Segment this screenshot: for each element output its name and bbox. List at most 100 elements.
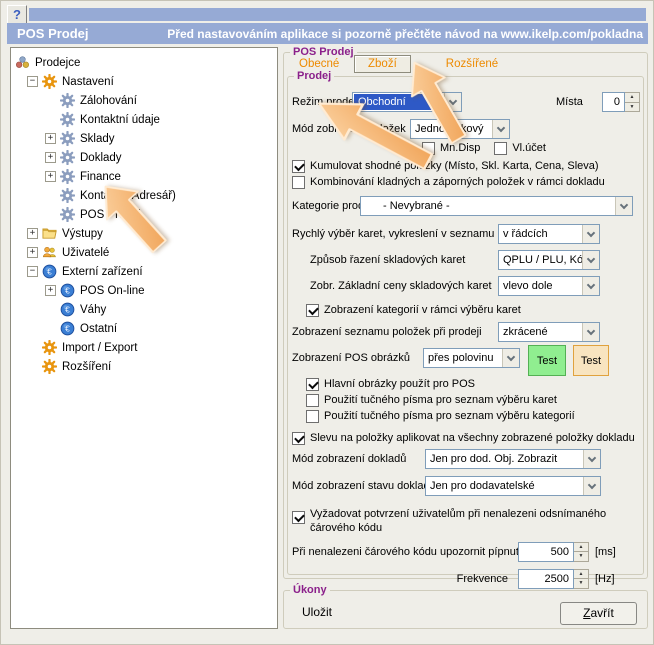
checkbox-box[interactable] xyxy=(306,304,319,317)
dropdown-arrow-icon[interactable] xyxy=(615,197,632,215)
tree-item[interactable]: + Finance xyxy=(11,167,277,186)
pos-obrazky-select[interactable]: přes polovinu xyxy=(423,348,520,368)
checkbox-box[interactable] xyxy=(292,160,305,173)
dropdown-arrow-icon[interactable] xyxy=(444,93,461,111)
seznam-polozek-select[interactable]: zkrácené xyxy=(498,322,600,342)
tree-item[interactable]: POS Prodej xyxy=(11,205,277,224)
tree-item[interactable]: Zálohování xyxy=(11,91,277,110)
zpusob-razeni-select[interactable]: QPLU / PLU, Kó xyxy=(498,250,600,270)
tree-item[interactable]: + Uživatelé xyxy=(11,243,277,262)
tree-item[interactable]: Váhy xyxy=(11,300,277,319)
tree-item-icon xyxy=(60,321,75,336)
pos-obrazky-label: Zobrazení POS obrázků xyxy=(292,348,423,364)
close-button[interactable]: Zavřít xyxy=(560,602,637,625)
spin-up-icon[interactable]: ▲ xyxy=(574,543,588,553)
tree-item[interactable]: Prodejce xyxy=(11,53,277,72)
dropdown-arrow-icon[interactable] xyxy=(502,349,519,367)
checkbox-vyzadovat[interactable]: Vyžadovat potvrzení uživatelům při nenal… xyxy=(292,507,637,536)
kategorie-label: Kategorie prodej xyxy=(292,200,360,212)
pipnuti-value[interactable]: 500 xyxy=(518,542,574,562)
frekvence-value[interactable]: 2500 xyxy=(518,569,574,589)
tab-obecne[interactable]: Obecné xyxy=(299,58,352,70)
checkbox-box[interactable] xyxy=(422,142,435,155)
checkbox-box[interactable] xyxy=(292,176,305,189)
test-tan-button[interactable]: Test xyxy=(573,345,609,376)
checkbox-zobrazeni-kategorii[interactable]: Zobrazení kategorií v rámci výběru karet xyxy=(306,304,521,317)
checkbox-box[interactable] xyxy=(306,394,319,407)
help-button[interactable]: ? xyxy=(7,5,27,24)
pipnuti-spinner[interactable]: 500 ▲▼ xyxy=(518,542,589,562)
tab-zbozi[interactable]: Zboží xyxy=(354,55,411,73)
close-button-accel: Z xyxy=(583,606,590,620)
checkbox-box[interactable] xyxy=(292,432,305,445)
mista-value[interactable]: 0 xyxy=(602,92,625,112)
tree-item[interactable]: − Externí zařízení xyxy=(11,262,277,281)
spin-up-icon[interactable]: ▲ xyxy=(625,93,639,103)
checkbox-kumulovat[interactable]: Kumulovat shodné položky (Místo, Skl. Ka… xyxy=(292,160,599,173)
checkbox-tucne-kategorii[interactable]: Použití tučného písma pro seznam výběru … xyxy=(306,410,575,423)
tree-item-label: Váhy xyxy=(80,304,106,316)
tree-expand-toggle[interactable]: − xyxy=(27,266,38,277)
tree-expand-toggle[interactable]: + xyxy=(27,247,38,258)
spin-down-icon[interactable]: ▼ xyxy=(574,579,588,588)
rychly-vyber-select[interactable]: v řádcích xyxy=(498,224,600,244)
tree-item[interactable]: + Doklady xyxy=(11,148,277,167)
tree-item-label: Kontakty (Adresář) xyxy=(80,190,176,202)
checkbox-mn-disp[interactable]: Mn.Disp xyxy=(422,142,480,155)
tree-expand-toggle[interactable]: + xyxy=(45,171,56,182)
mod-dokladu-select[interactable]: Jen pro dod. Obj. Zobrazit xyxy=(425,449,601,469)
dropdown-arrow-icon[interactable] xyxy=(582,323,599,341)
checkbox-box[interactable] xyxy=(494,142,507,155)
tree-expand-toggle[interactable]: + xyxy=(45,152,56,163)
dropdown-arrow-icon[interactable] xyxy=(492,120,509,138)
tree-item[interactable]: + POS On-line xyxy=(11,281,277,300)
checkbox-box[interactable] xyxy=(306,378,319,391)
dropdown-arrow-icon[interactable] xyxy=(582,225,599,243)
dropdown-arrow-icon[interactable] xyxy=(582,277,599,295)
tree-expand-toggle[interactable]: + xyxy=(27,228,38,239)
tree-item[interactable]: − Nastavení xyxy=(11,72,277,91)
checkbox-slevu[interactable]: Slevu na položky aplikovat na všechny zo… xyxy=(292,432,635,445)
mod-polozek-select[interactable]: Jednořádkový xyxy=(410,119,510,139)
dropdown-arrow-icon[interactable] xyxy=(583,450,600,468)
tree-expand-toggle[interactable]: + xyxy=(45,133,56,144)
checkbox-label: Kumulovat shodné položky (Místo, Skl. Ka… xyxy=(310,160,599,172)
mod-polozek-value: Jednořádkový xyxy=(411,120,492,138)
tab-rozsirene[interactable]: Rozšířené xyxy=(446,58,498,70)
tree-expand-toggle[interactable]: − xyxy=(27,76,38,87)
checkbox-hlavni-obrazky[interactable]: Hlavní obrázky použít pro POS xyxy=(306,378,475,391)
kategorie-select[interactable]: - Nevybrané - xyxy=(360,196,633,216)
zobr-ceny-select[interactable]: vlevo dole xyxy=(498,276,600,296)
tree-item-icon xyxy=(60,207,75,222)
spin-up-icon[interactable]: ▲ xyxy=(574,570,588,580)
tree-item[interactable]: Ostatní xyxy=(11,319,277,338)
close-button-rest: avřít xyxy=(591,606,614,620)
tree-expand-toggle[interactable]: + xyxy=(45,285,56,296)
row-kumulovat: Kumulovat shodné položky (Místo, Skl. Ka… xyxy=(292,160,640,173)
tree-item[interactable]: Kontakty (Adresář) xyxy=(11,186,277,205)
dropdown-arrow-icon[interactable] xyxy=(583,477,600,495)
rezim-prodeje-select[interactable]: Obchodní xyxy=(352,92,462,112)
checkbox-box[interactable] xyxy=(292,511,305,524)
checkbox-box[interactable] xyxy=(306,410,319,423)
checkbox-vl-ucet[interactable]: Vl.účet xyxy=(494,142,546,155)
pipnuti-unit: [ms] xyxy=(595,546,616,558)
tree-item[interactable]: + Výstupy xyxy=(11,224,277,243)
tree-item[interactable]: + Sklady xyxy=(11,129,277,148)
row-tucne-kategorii: Použití tučného písma pro seznam výběru … xyxy=(292,410,640,423)
tree-item[interactable]: Rozšíření xyxy=(11,357,277,376)
save-button[interactable]: Uložit xyxy=(302,605,332,619)
tree-item[interactable]: Import / Export xyxy=(11,338,277,357)
spin-down-icon[interactable]: ▼ xyxy=(625,103,639,112)
tree-item-icon xyxy=(42,245,57,260)
checkbox-tucne-karet[interactable]: Použití tučného písma pro seznam výběru … xyxy=(306,394,557,407)
dropdown-arrow-icon[interactable] xyxy=(582,251,599,269)
spin-down-icon[interactable]: ▼ xyxy=(574,552,588,561)
test-green-button[interactable]: Test xyxy=(528,345,566,376)
tree-item[interactable]: Kontaktní údaje xyxy=(11,110,277,129)
mod-stavu-select[interactable]: Jen pro dodavatelské xyxy=(425,476,601,496)
mista-spinner[interactable]: 0 ▲▼ xyxy=(602,92,640,112)
frekvence-spinner[interactable]: 2500 ▲▼ xyxy=(518,569,589,589)
checkbox-label: Použití tučného písma pro seznam výběru … xyxy=(324,394,557,406)
checkbox-kombinovani[interactable]: Kombinování kladných a záporných položek… xyxy=(292,176,605,189)
